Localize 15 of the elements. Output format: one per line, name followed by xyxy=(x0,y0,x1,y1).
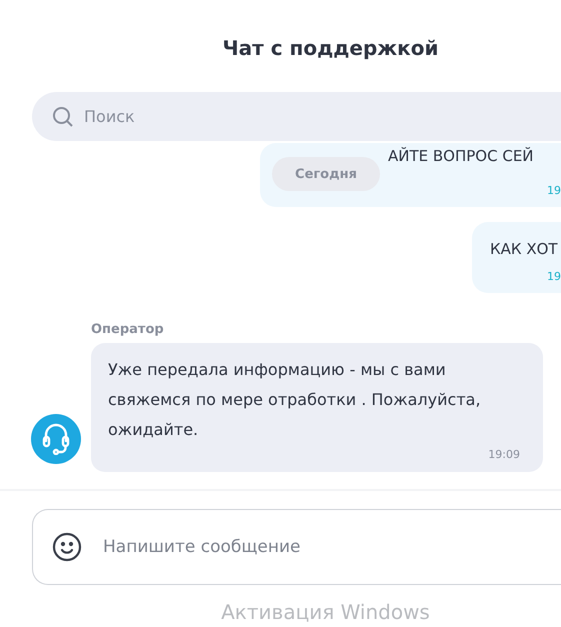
message-time: 19 xyxy=(547,268,561,285)
message-input[interactable]: Напишите сообщение xyxy=(32,509,561,585)
search-field[interactable]: Поиск xyxy=(32,92,561,142)
date-chip: Сегодня xyxy=(272,157,380,192)
sender-name: Оператор xyxy=(91,321,164,340)
chat-title: Чат с поддержкой xyxy=(222,35,438,62)
message-time: 19 xyxy=(547,182,561,199)
message-time: 19:09 xyxy=(488,447,520,464)
os-activation-notice: Активация Windows xyxy=(221,598,430,626)
message-text: КАК ХОТ xyxy=(490,239,558,260)
search-icon xyxy=(52,106,74,128)
message-text: Уже передала информацию - мы с вами свяжемся по мере отработки . Пожалуйста, ожидайте. xyxy=(108,358,482,441)
message-text: АЙТЕ ВОПРОС СЕЙ xyxy=(388,146,534,168)
emoji-icon[interactable] xyxy=(52,532,82,562)
headset-icon xyxy=(41,422,71,455)
